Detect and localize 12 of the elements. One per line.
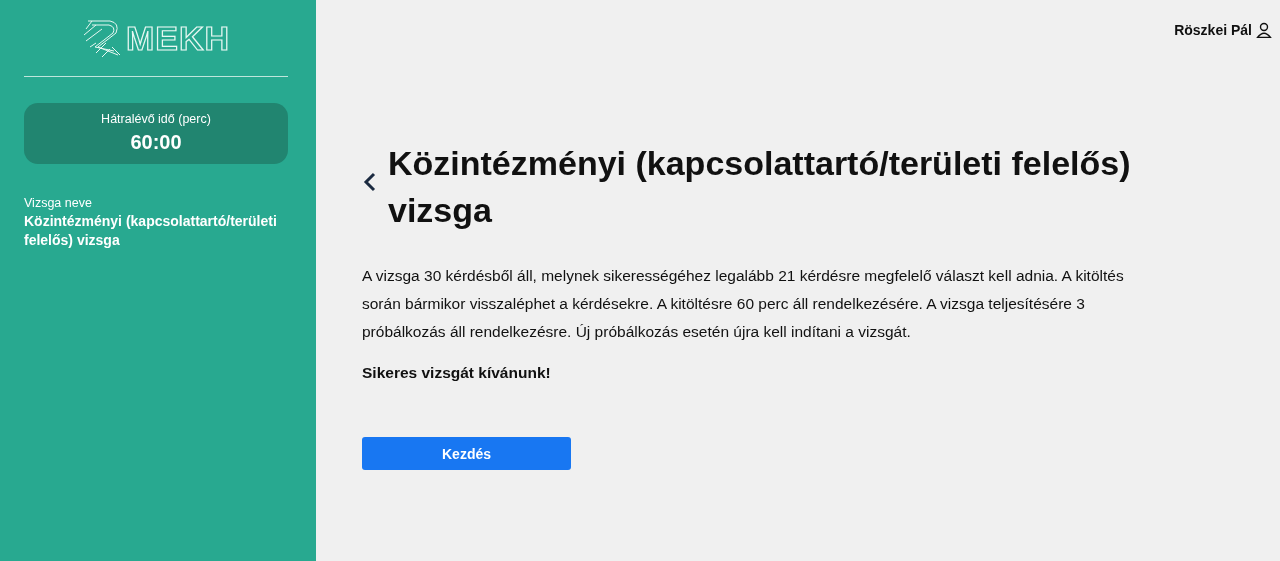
start-button[interactable]: Kezdés (362, 437, 571, 470)
good-luck-text: Sikeres vizsgát kívánunk! (362, 363, 552, 383)
user-name[interactable]: Röszkei Pál (1174, 22, 1252, 38)
back-icon[interactable] (362, 171, 378, 193)
exam-name-label: Vizsga neve (24, 196, 93, 210)
timer-value: 60:00 (130, 131, 182, 154)
exam-description: A vizsga 30 kérdésből áll, melynek sikerességéhez legalább 21 kérdésre megfelelő választ kell adnia. A kitöltés során bármikor visszaléphet a kérdésekre. A kitöltésre 60 perc áll rendelkezésére. A vizsga teljesítésére 3 próbálkozás áll rendelkezésre. Új próbálkozás esetén újra kell indítani a vizsgát. (362, 266, 1125, 342)
exam-name: Közintézményi (kapcsolattartó/területi felelős) vizsga (24, 212, 278, 250)
user-icon[interactable] (1256, 22, 1272, 38)
logo-text: MEKH (125, 18, 231, 58)
page-title: Közintézményi (kapcsolattartó/területi felelős) vizsga (388, 143, 1132, 231)
timer-label: Hátralévő idő (perc) (101, 112, 211, 126)
